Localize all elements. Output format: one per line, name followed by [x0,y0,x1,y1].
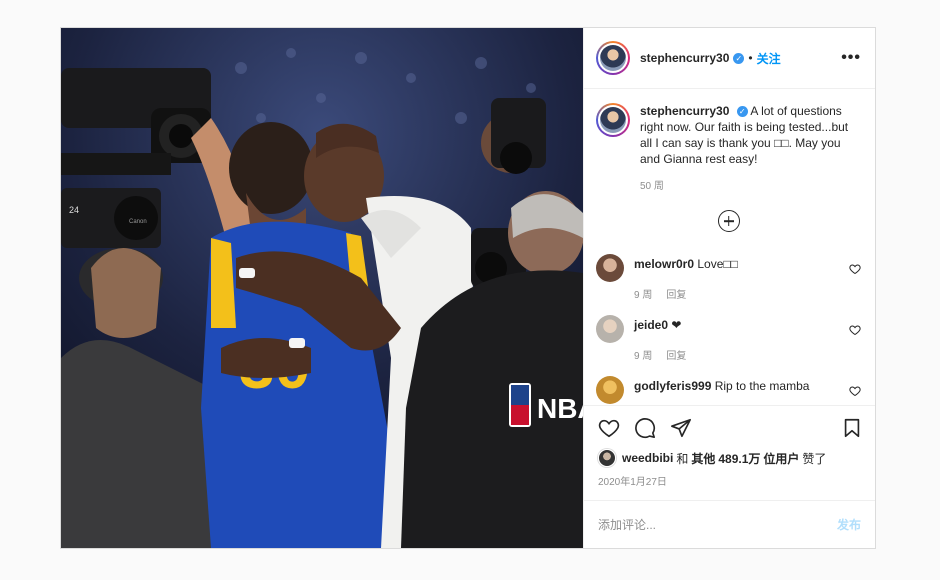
comment-like-heart-icon[interactable] [849,324,861,336]
comment-item: godlyferis999 Rip to the mamba [596,376,861,404]
load-more-comments [596,210,861,232]
comment-avatar[interactable] [596,376,624,404]
post-sidebar: stephencurry30 ✓ • 关注 ••• stephencurry30… [583,28,875,548]
share-paper-plane-icon[interactable] [670,417,692,439]
camera-brand-label: Canon [129,219,147,225]
comment-age: 9 周 [634,351,653,362]
post-comment-button[interactable]: 发布 [837,516,861,533]
author-avatar[interactable] [596,41,630,75]
like-heart-icon[interactable] [598,417,620,439]
comment-item: jeide0 ❤ 9 周 回复 [596,315,861,362]
liker-avatar[interactable] [598,449,616,467]
load-more-comments-icon[interactable] [717,210,740,232]
comments-section[interactable]: stephencurry30 ✓ A lot of questions righ… [584,89,875,405]
likes-joiner: 和 [676,451,689,466]
comment-avatar[interactable] [596,315,624,343]
comment-text: ❤ [671,318,682,332]
comment-username[interactable]: godlyferis999 [634,379,711,393]
comment-like-heart-icon[interactable] [849,263,861,275]
comment-item: melowr0r0 Love□□ 9 周 回复 [596,254,861,301]
comment-like-heart-icon[interactable] [849,385,861,397]
liker-username[interactable]: weedbibi [622,451,673,465]
comment-reply-button[interactable]: 回复 [666,286,686,301]
comment-username[interactable]: melowr0r0 [634,257,694,271]
comment-text: Love□□ [697,257,738,271]
post-actions-bar [584,405,875,449]
caption-verified-badge-icon: ✓ [736,106,748,118]
verified-badge-icon: ✓ [733,52,745,64]
more-options-icon[interactable]: ••• [841,49,861,67]
instagram-post: 24 Canon 30 [60,27,876,549]
header-separator: • [748,51,753,65]
author-username[interactable]: stephencurry30 [640,51,729,65]
post-caption: stephencurry30 ✓ A lot of questions righ… [596,103,861,192]
post-photo-illustration: 24 Canon 30 [61,28,583,548]
caption-author-avatar[interactable] [596,103,630,137]
likes-others[interactable]: 其他 [691,450,715,467]
likes-count[interactable]: 489.1万 [718,450,760,467]
post-header: stephencurry30 ✓ • 关注 ••• [584,28,875,89]
caption-username[interactable]: stephencurry30 [640,104,729,118]
comment-text: Rip to the mamba [714,379,810,393]
add-comment-input[interactable] [598,517,837,532]
follow-button[interactable]: 关注 [757,50,781,67]
add-comment-bar: 发布 [584,500,875,548]
comment-username[interactable]: jeide0 [634,318,668,332]
comment-bubble-icon[interactable] [634,417,656,439]
likes-unit: 位用户 [763,451,800,466]
camera-number-label: 24 [69,205,79,215]
comment-age: 9 周 [634,290,653,301]
comment-reply-button[interactable]: 回复 [666,347,686,362]
likes-summary: weedbibi 和 其他 489.1万 位用户 赞了 [584,449,875,467]
likes-suffix: 赞了 [802,451,827,466]
comment-avatar[interactable] [596,254,624,282]
save-bookmark-icon[interactable] [841,417,863,439]
nba-logo-text: NBA [537,393,583,424]
post-photo[interactable]: 24 Canon 30 [61,28,583,548]
post-date[interactable]: 2020年1月27日 [584,467,875,500]
caption-age: 50 周 [640,181,664,192]
